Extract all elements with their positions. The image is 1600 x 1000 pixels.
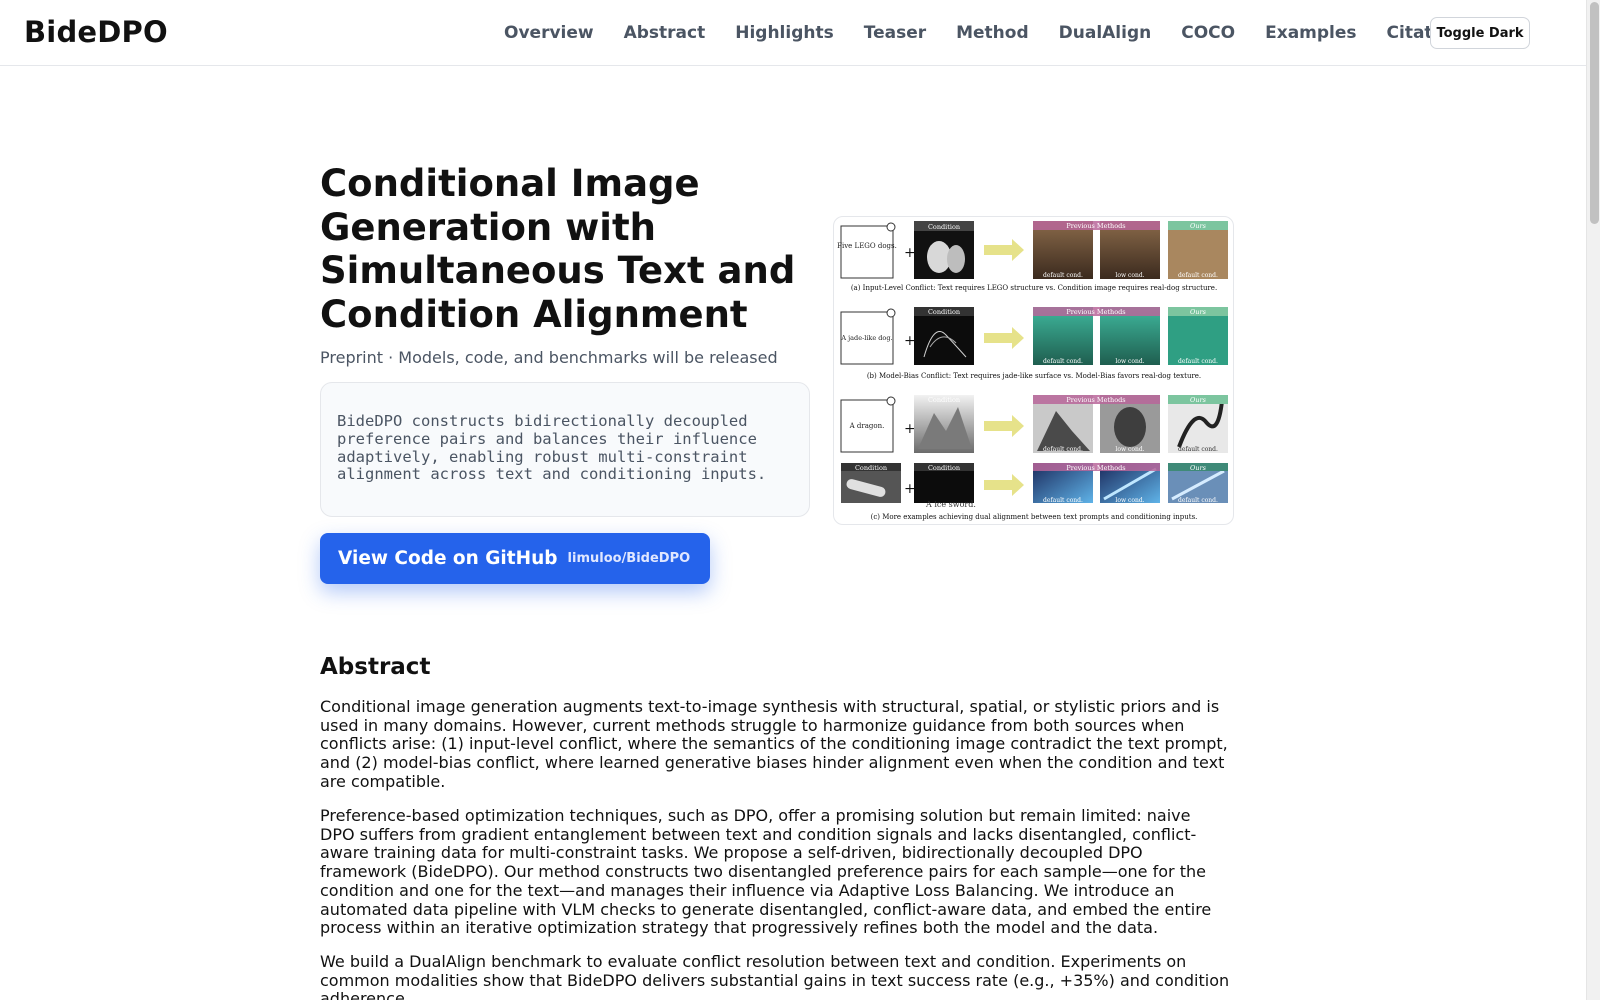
abstract-heading: Abstract [320,654,431,680]
teaser-prompt-a: Five LEGO dogs. [837,242,897,250]
svg-text:default cond.: default cond. [1043,272,1083,279]
svg-text:default cond.: default cond. [1178,358,1218,365]
svg-text:low cond.: low cond. [1115,272,1144,279]
abstract-paragraph-2: Preference-based optimization techniques… [320,806,1212,938]
svg-text:default cond.: default cond. [1043,446,1083,453]
abstract-paragraph-1: Conditional image generation augments te… [320,697,1228,791]
svg-text:Ours: Ours [1190,464,1207,472]
page-title: Conditional Image Generation with Simult… [320,162,796,336]
hero-subtitle: Preprint · Models, code, and benchmarks … [320,348,778,367]
svg-text:Condition: Condition [855,464,887,472]
teaser-ours-label-a: Ours [1190,222,1207,230]
teaser-prompt-d: A ice sword. [925,500,976,509]
nav-examples[interactable]: Examples [1265,23,1356,43]
summary-text: BideDPO constructs bidirectionally decou… [337,412,767,484]
svg-text:low cond.: low cond. [1115,497,1144,504]
toggle-dark-button[interactable]: Toggle Dark [1430,17,1530,49]
teaser-prompt-b: A jade-like dog. [840,334,892,342]
svg-text:+: + [904,333,916,349]
brand-logo[interactable]: BideDPO [24,15,168,49]
svg-text:Condition: Condition [928,396,960,404]
teaser-caption-b: (b) Model-Bias Conflict: Text requires j… [867,372,1201,380]
nav-highlights[interactable]: Highlights [735,23,834,43]
github-repo-label: limuloo/BideDPO [567,551,691,566]
nav-abstract[interactable]: Abstract [624,23,706,43]
nav-links: Overview Abstract Highlights Teaser Meth… [504,23,1462,43]
top-navbar: BideDPO Overview Abstract Highlights Tea… [0,0,1586,66]
svg-text:default cond.: default cond. [1043,358,1083,365]
teaser-condition-label-a: Condition [928,223,960,231]
teaser-figure: Five LEGO dogs. + Condition Previous Met… [833,216,1234,525]
nav-method[interactable]: Method [956,23,1029,43]
svg-text:Previous Methods: Previous Methods [1066,308,1125,316]
svg-text:+: + [904,481,916,497]
teaser-row-b: A jade-like dog. + Condition Previous Me… [840,307,1228,380]
teaser-previous-label-a: Previous Methods [1066,222,1125,230]
github-button[interactable]: View Code on GitHub limuloo/BideDPO [320,533,710,584]
svg-text:Previous Methods: Previous Methods [1066,396,1125,404]
teaser-row-c: A dragon. + Condition Previous Methods O… [840,395,1228,453]
svg-text:default cond.: default cond. [1178,272,1218,279]
svg-text:Ours: Ours [1190,308,1207,316]
svg-text:low cond.: low cond. [1115,446,1144,453]
teaser-caption-c: (c) More examples achieving dual alignme… [871,513,1198,521]
svg-text:Previous Methods: Previous Methods [1066,464,1125,472]
nav-overview[interactable]: Overview [504,23,594,43]
summary-card: BideDPO constructs bidirectionally decou… [320,382,810,517]
svg-text:Condition: Condition [928,308,960,316]
nav-teaser[interactable]: Teaser [864,23,926,43]
teaser-row-d: Condition + Condition A ice sword. Previ… [841,463,1228,521]
scrollbar-thumb[interactable] [1590,2,1599,224]
nav-dualalign[interactable]: DualAlign [1059,23,1152,43]
svg-text:low cond.: low cond. [1115,358,1144,365]
svg-text:default cond.: default cond. [1178,497,1218,504]
teaser-prompt-c: A dragon. [849,422,885,430]
svg-text:default cond.: default cond. [1178,446,1218,453]
svg-text:Ours: Ours [1190,396,1207,404]
svg-text:default cond.: default cond. [1043,497,1083,504]
github-button-label: View Code on GitHub [338,548,558,569]
svg-text:Condition: Condition [928,464,960,472]
svg-text:+: + [904,245,916,261]
teaser-row-a: Five LEGO dogs. + Condition Previous Met… [837,221,1228,292]
abstract-paragraph-3: We build a DualAlign benchmark to evalua… [320,952,1230,1000]
svg-text:+: + [904,421,916,437]
page-scrollbar[interactable] [1586,0,1600,1000]
teaser-caption-a: (a) Input-Level Conflict: Text requires … [851,284,1217,292]
nav-coco[interactable]: COCO [1181,23,1235,43]
